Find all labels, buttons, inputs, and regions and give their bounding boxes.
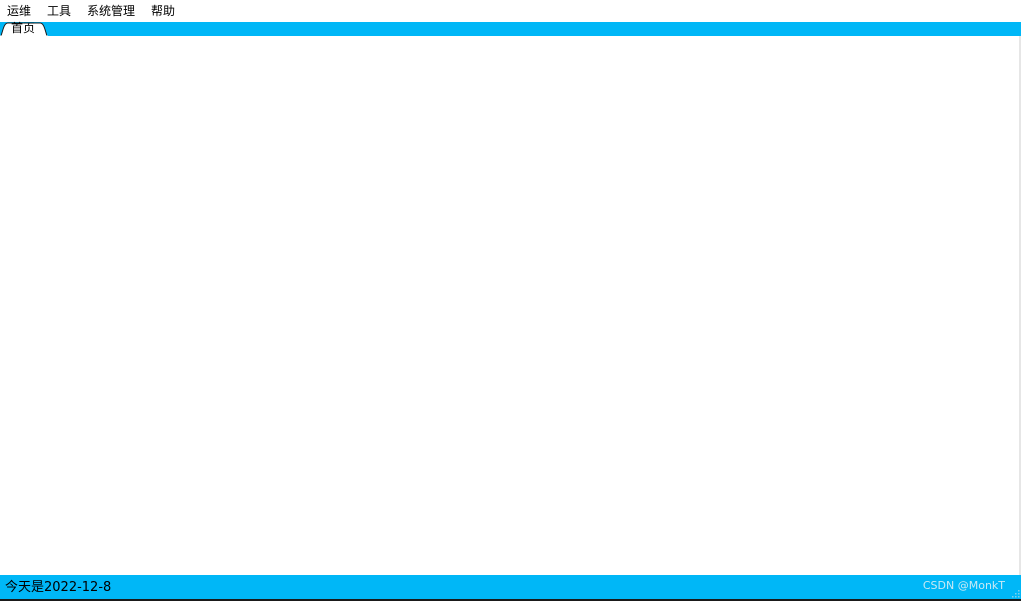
resize-grip-icon[interactable] [1011, 589, 1020, 598]
watermark-text: CSDN @MonkT [922, 579, 1005, 592]
menu-item-tools[interactable]: 工具 [39, 0, 79, 22]
tab-strip: 首页 [0, 21, 1021, 36]
menu-item-operations[interactable]: 运维 [0, 0, 39, 22]
menu-item-help[interactable]: 帮助 [143, 0, 183, 22]
content-area [0, 36, 1021, 575]
tab-home-label: 首页 [11, 21, 36, 35]
menu-bar: 运维 工具 系统管理 帮助 [0, 0, 1021, 22]
status-bar: 今天是2022-12-8 CSDN @MonkT [0, 575, 1021, 599]
menu-item-system-management[interactable]: 系统管理 [79, 0, 143, 22]
status-date-text: 今天是2022-12-8 [5, 580, 112, 595]
main-window: 运维 工具 系统管理 帮助 首页 今天是2022-12-8 CSDN @Monk… [0, 0, 1021, 601]
tab-home[interactable]: 首页 [0, 21, 48, 36]
